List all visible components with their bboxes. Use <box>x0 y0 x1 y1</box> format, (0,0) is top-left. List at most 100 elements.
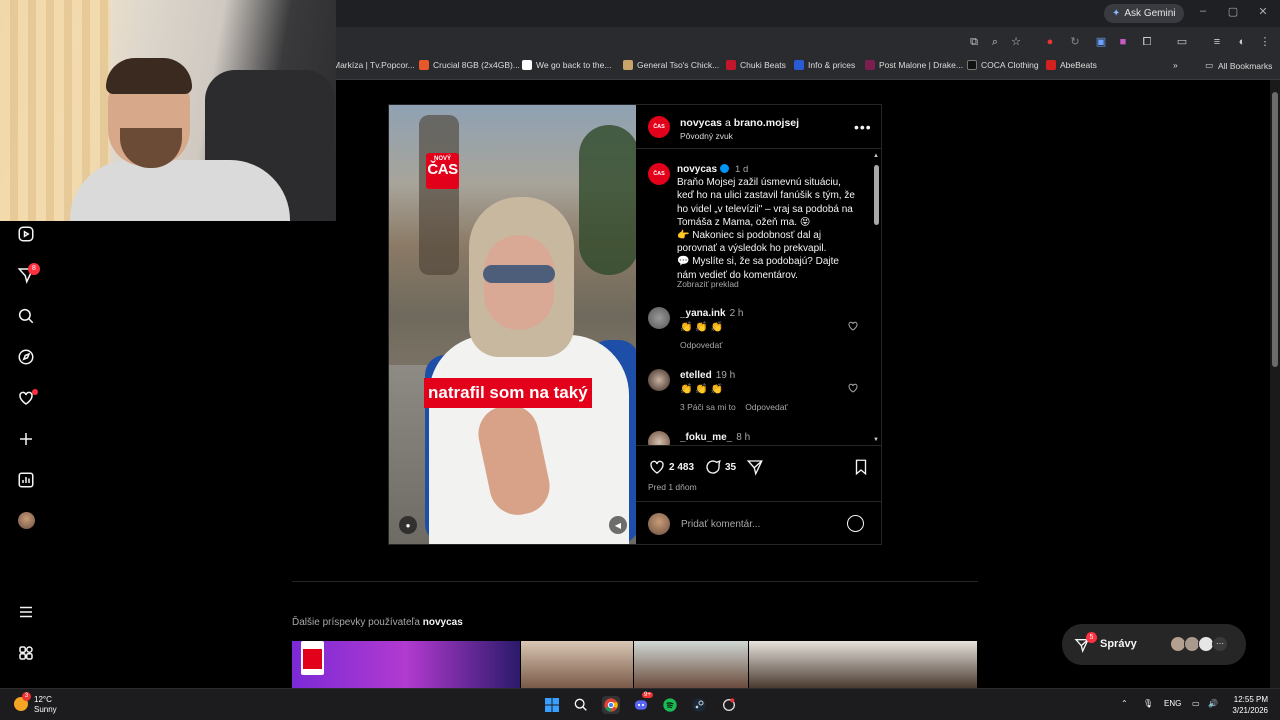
comment-reply-link[interactable]: Odpovedať <box>680 340 722 350</box>
dashboard-icon[interactable] <box>16 470 36 490</box>
audio-link[interactable]: Pôvodný zvuk <box>680 131 733 141</box>
steam-icon[interactable] <box>690 696 708 714</box>
comment-button[interactable]: 35 <box>704 458 736 476</box>
post-thumbnail[interactable] <box>521 641 633 688</box>
caption-line: 💬 Myslíte si, že sa podobajú? Dajte <box>677 256 839 268</box>
more-options-icon[interactable]: ••• <box>854 119 872 135</box>
maximize-button[interactable]: ▢ <box>1225 5 1241 18</box>
install-app-icon[interactable]: ⧉ <box>967 35 981 49</box>
reels-icon[interactable] <box>16 224 36 244</box>
weather-widget[interactable]: 12°C Sunny <box>34 695 57 715</box>
extension-red-icon[interactable]: ● <box>1043 35 1057 49</box>
commenter-avatar[interactable] <box>648 307 670 329</box>
more-menu-icon[interactable] <box>16 602 36 622</box>
author-avatar[interactable]: ČAS <box>648 116 670 138</box>
caption-line: Braňo Mojsej zažil úsmevnú situáciu, <box>677 177 841 189</box>
save-button[interactable] <box>852 458 870 476</box>
caption-author[interactable]: novycas <box>677 164 717 175</box>
page-scrollbar[interactable] <box>1270 80 1280 688</box>
app-with-badge-icon[interactable] <box>720 696 738 714</box>
webcam-shirt <box>70 160 290 221</box>
profile-avatar[interactable] <box>18 512 35 529</box>
extension-blue-icon[interactable]: ▣ <box>1094 35 1108 49</box>
bookmark-item[interactable]: We go back to the... <box>522 60 611 70</box>
reading-list-icon[interactable]: ≡ <box>1210 35 1224 49</box>
comments-scrollbar[interactable]: ▲ ▼ <box>872 153 880 445</box>
also-from-meta-icon[interactable] <box>16 643 36 663</box>
discord-icon[interactable]: 9+ <box>632 692 653 714</box>
ask-gemini-button[interactable]: ✦ Ask Gemini <box>1104 4 1184 23</box>
side-panel-icon[interactable]: ▭ <box>1175 35 1189 49</box>
like-button[interactable]: 2 483 <box>648 458 694 476</box>
thumbnail-logo-red <box>303 649 322 669</box>
caption-author-avatar[interactable]: ČAS <box>648 163 670 185</box>
chrome-icon[interactable] <box>602 696 620 714</box>
bookmark-item[interactable]: Info & prices <box>794 60 855 70</box>
extensions-icon[interactable]: ⧠ <box>1140 35 1154 49</box>
minimize-button[interactable]: – <box>1195 5 1211 17</box>
scroll-down-icon[interactable]: ▼ <box>873 437 879 443</box>
thumbnail-logo <box>301 641 324 675</box>
webcam-hair <box>106 58 192 94</box>
comment-time: 19 h <box>715 370 736 381</box>
add-comment-input[interactable]: Pridať komentár... <box>681 519 760 530</box>
mute-toggle-icon[interactable]: ◀ <box>609 516 627 534</box>
tagged-user-icon[interactable]: ● <box>399 516 417 534</box>
share-button[interactable] <box>746 458 764 476</box>
bookmark-item[interactable]: Crucial 8GB (2x4GB)... <box>419 60 520 70</box>
bookmark-item[interactable]: Markíza | Tv.Popcor... <box>333 60 415 70</box>
see-translation-link[interactable]: Zobraziť preklad <box>677 279 739 289</box>
bookmark-star-icon[interactable]: ☆ <box>1009 35 1023 49</box>
page-scroll-thumb[interactable] <box>1272 92 1278 367</box>
commenter-name[interactable]: _foku_me_ 8 h <box>680 432 750 443</box>
comment-likes-reply[interactable]: 3 Páči sa mi to Odpovedať <box>680 402 788 412</box>
search-icon[interactable] <box>16 306 36 326</box>
comments-count: 35 <box>725 461 737 473</box>
bookmark-item[interactable]: AbeBeats <box>1046 60 1097 70</box>
profile-avatar-icon[interactable]: ◐ <box>1235 35 1249 49</box>
windows-start-icon[interactable] <box>543 696 561 714</box>
post-thumbnail[interactable] <box>634 641 748 688</box>
commenter-name[interactable]: etelled 19 h <box>680 370 735 381</box>
comment-like-heart-icon[interactable] <box>847 320 859 332</box>
explore-icon[interactable] <box>16 347 36 367</box>
taskbar-search-icon[interactable] <box>572 696 590 714</box>
close-window-button[interactable]: ✕ <box>1255 5 1271 18</box>
bookmark-item[interactable]: COCA Clothing <box>967 60 1039 70</box>
post-video[interactable]: NOVÝ ČAS natrafil som na taký ● ◀ <box>389 105 636 544</box>
messages-badge: 8 <box>28 263 40 275</box>
post-thumbnail[interactable] <box>292 641 520 688</box>
post-actions: 2 483 35 Pred 1 dňom <box>636 445 881 501</box>
bookmarks-overflow-icon[interactable]: » <box>1173 60 1178 70</box>
network-icon[interactable]: ▭ <box>1192 699 1200 708</box>
spotify-icon[interactable] <box>661 696 679 714</box>
post-thumbnail[interactable] <box>749 641 977 688</box>
messages-pill[interactable]: 5 Správy ··· <box>1062 624 1246 665</box>
keyboard-language[interactable]: ENG <box>1164 699 1181 708</box>
commenter-name[interactable]: _yana.ink 2 h <box>680 308 744 319</box>
comments-scroll-thumb[interactable] <box>874 165 879 225</box>
emoji-picker-icon[interactable] <box>847 515 864 532</box>
create-plus-icon[interactable] <box>16 429 36 449</box>
more-posts-user-link[interactable]: novycas <box>423 617 463 628</box>
tray-overflow-icon[interactable]: ⌃ <box>1121 699 1128 708</box>
bookmark-item[interactable]: Chuki Beats <box>726 60 786 70</box>
browser-menu-icon[interactable]: ⋮ <box>1258 35 1272 49</box>
webcam-overlay <box>0 0 336 221</box>
zoom-icon[interactable]: ⌕ <box>988 35 1002 49</box>
bookmark-item[interactable]: Post Malone | Drake... <box>865 60 963 70</box>
system-clock[interactable]: 12:55 PM 3/21/2026 <box>1226 694 1268 716</box>
scroll-up-icon[interactable]: ▲ <box>873 153 879 159</box>
commenter-avatar[interactable] <box>648 431 670 445</box>
author-link[interactable]: novycas <box>680 117 722 129</box>
weather-condition: Sunny <box>34 705 57 714</box>
comment-like-heart-icon[interactable] <box>847 382 859 394</box>
microphone-icon[interactable]: 🎙 <box>1143 699 1153 708</box>
all-bookmarks-button[interactable]: ▭ All Bookmarks <box>1205 60 1272 71</box>
volume-icon[interactable]: 🔊 <box>1208 699 1218 708</box>
extension-purple-icon[interactable]: ■ <box>1116 35 1130 49</box>
bookmark-item[interactable]: General Tso's Chick... <box>623 60 719 70</box>
collab-author-link[interactable]: brano.mojsej <box>734 117 799 129</box>
commenter-avatar[interactable] <box>648 369 670 391</box>
extension-arrow-icon[interactable]: ↻ <box>1068 35 1082 49</box>
